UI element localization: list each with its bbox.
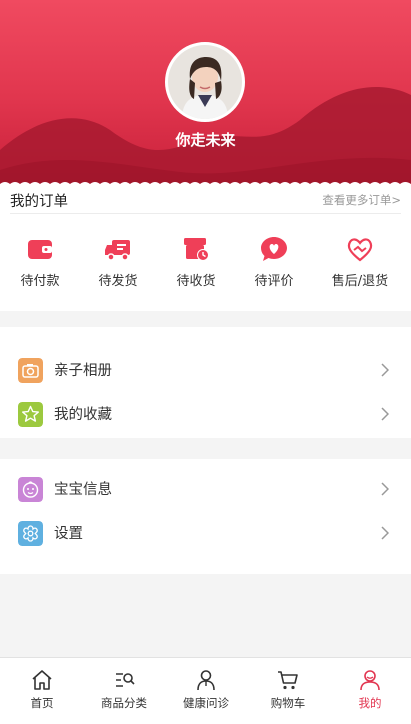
menu-group-2: 宝宝信息 设置 — [0, 459, 411, 574]
menu-item-label: 亲子相册 — [54, 363, 112, 379]
chevron-right-icon — [381, 482, 389, 496]
avatar[interactable] — [165, 42, 245, 122]
tab-categories[interactable]: 商品分类 — [83, 658, 165, 724]
tab-home[interactable]: 首页 — [1, 658, 83, 724]
order-pending-receipt[interactable]: 待收货 — [157, 234, 235, 289]
orders-section: 我的订单 查看更多订单> 待付款 待发货 待收货 待评价 售后/退货 — [0, 186, 411, 311]
menu-item-baby-info[interactable]: 宝宝信息 — [0, 467, 411, 511]
order-status-label: 待评价 — [254, 274, 294, 289]
chevron-right-icon — [381, 407, 389, 421]
orders-title: 我的订单 — [10, 194, 68, 210]
heart-bubble-icon — [261, 237, 287, 261]
menu-item-favorites[interactable]: 我的收藏 — [0, 392, 411, 436]
orders-header: 我的订单 查看更多订单> — [10, 186, 401, 214]
menu-item-label: 我的收藏 — [54, 407, 112, 423]
tab-label: 我的 — [358, 696, 382, 710]
chevron-right-icon — [381, 363, 389, 377]
tab-health-consult[interactable]: 健康问诊 — [165, 658, 247, 724]
order-status-label: 待付款 — [20, 274, 60, 289]
order-pending-payment[interactable]: 待付款 — [1, 234, 79, 289]
menu-item-settings[interactable]: 设置 — [0, 511, 411, 555]
username: 你走未来 — [175, 131, 236, 149]
tab-label: 首页 — [30, 696, 54, 710]
bottom-tab-bar: 首页 商品分类 健康问诊 购物车 我的 — [0, 657, 411, 724]
tab-cart[interactable]: 购物车 — [247, 658, 329, 724]
settings-flower-icon — [18, 521, 43, 546]
order-pending-review[interactable]: 待评价 — [235, 234, 313, 289]
tab-label: 商品分类 — [101, 696, 147, 710]
profile-header: 你走未来 — [0, 0, 411, 186]
order-status-label: 待发货 — [98, 274, 138, 289]
wallet-icon — [28, 240, 52, 259]
baby-face-icon — [18, 477, 43, 502]
chevron-right-icon — [381, 526, 389, 540]
camera-icon — [18, 358, 43, 383]
order-after-sales[interactable]: 售后/退货 — [321, 234, 399, 289]
menu-item-family-album[interactable]: 亲子相册 — [0, 348, 411, 392]
tab-label: 购物车 — [270, 696, 306, 710]
home-icon — [32, 670, 52, 690]
tab-label: 健康问诊 — [183, 696, 229, 710]
doctor-icon — [197, 670, 215, 691]
order-pending-shipment[interactable]: 待发货 — [79, 234, 157, 289]
order-status-label: 待收货 — [176, 274, 216, 289]
menu-group-1: 亲子相册 我的收藏 — [0, 327, 411, 438]
category-search-icon — [116, 673, 135, 687]
cart-icon — [278, 671, 298, 690]
order-status-label: 售后/退货 — [331, 274, 389, 289]
star-icon — [18, 402, 43, 427]
menu-item-label: 设置 — [54, 526, 83, 542]
handshake-heart-icon — [347, 238, 373, 262]
tab-mine[interactable]: 我的 — [329, 658, 411, 724]
view-all-orders-link[interactable]: 查看更多订单> — [322, 192, 401, 208]
truck-icon — [105, 240, 130, 261]
avatar-portrait-icon — [168, 45, 242, 119]
package-clock-icon — [184, 238, 209, 261]
menu-item-label: 宝宝信息 — [54, 482, 112, 498]
user-icon — [360, 670, 380, 691]
